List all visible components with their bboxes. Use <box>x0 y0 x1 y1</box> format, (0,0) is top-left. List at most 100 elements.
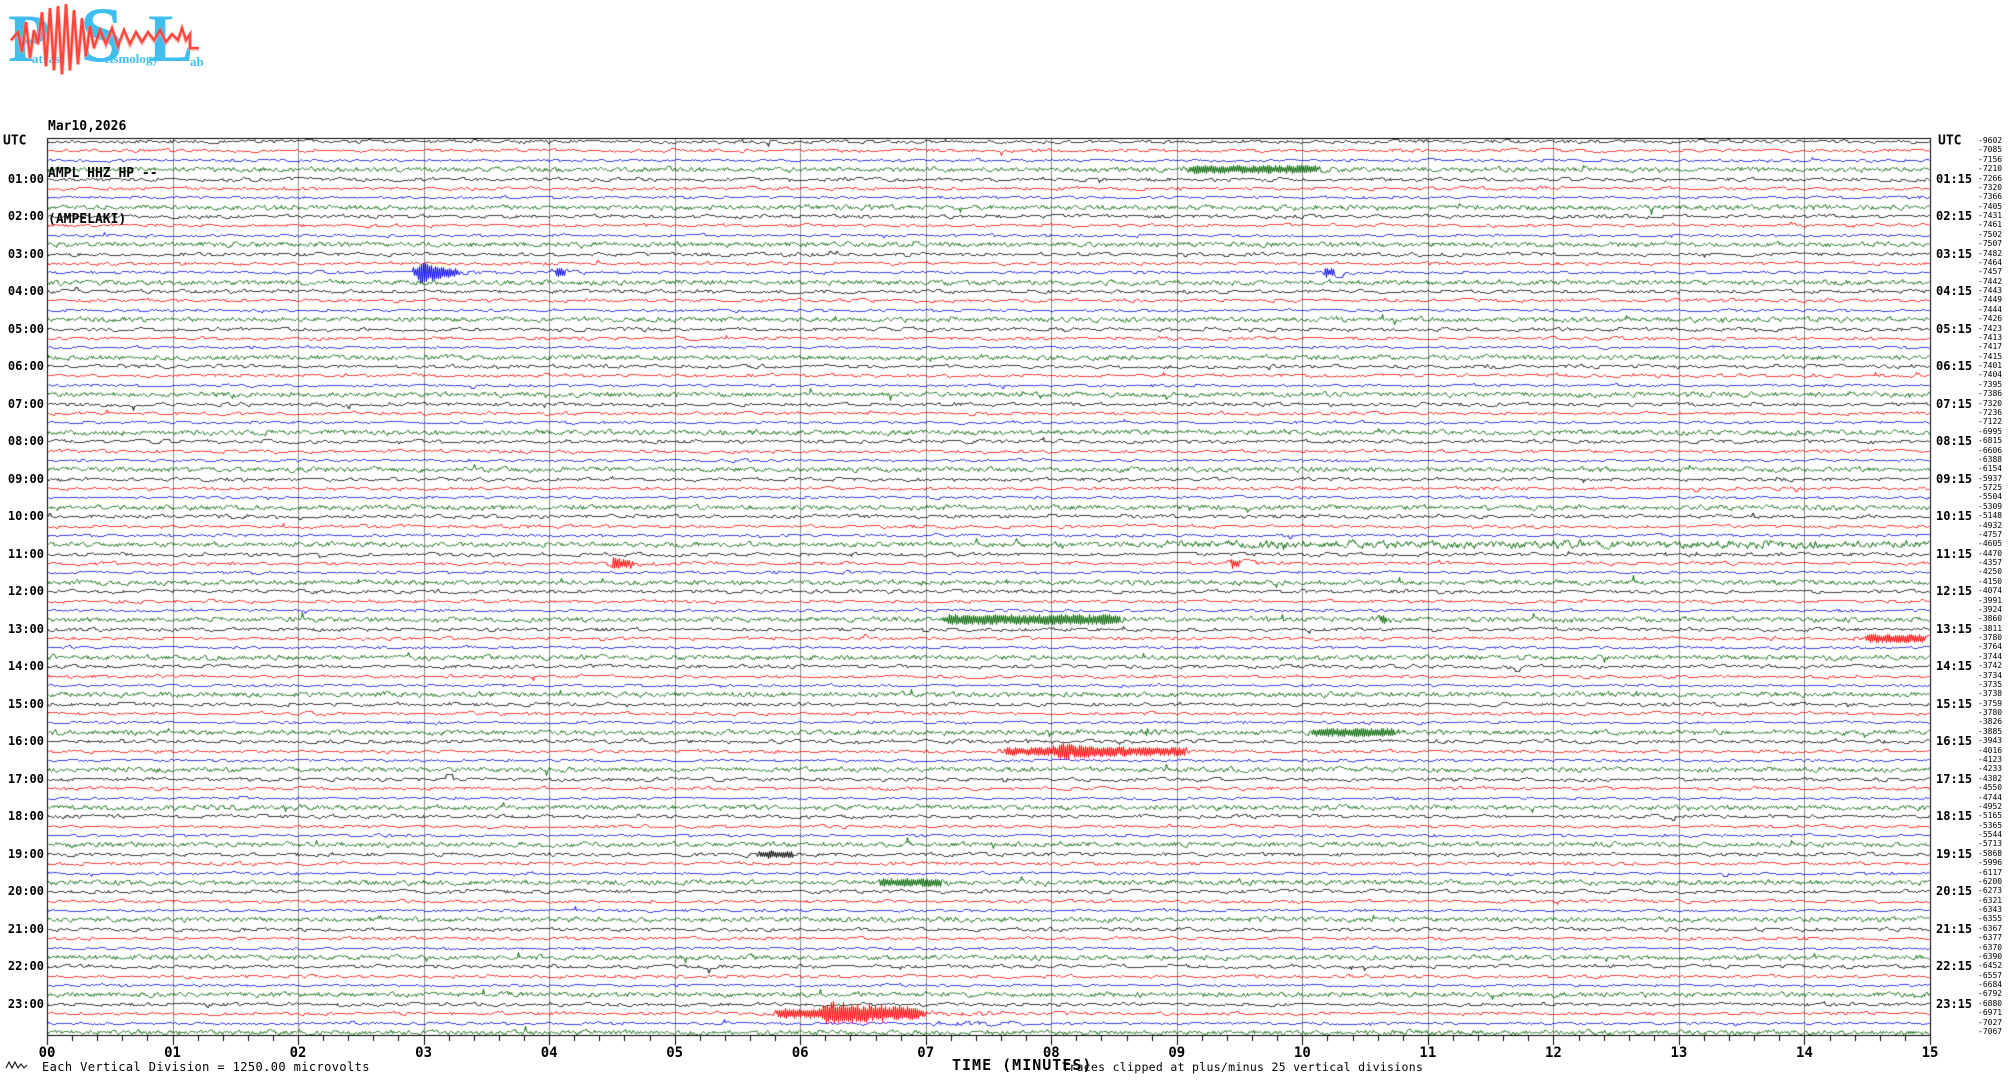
hour-label-right: 18:15 <box>1936 810 1972 822</box>
trace-offset-value: -7507 <box>1978 240 2002 248</box>
hour-label-right: 17:15 <box>1936 773 1972 785</box>
trace-offset-value: -6995 <box>1978 428 2002 436</box>
hour-label-left: 16:00 <box>0 735 44 747</box>
trace-offset-value: -4150 <box>1978 578 2002 586</box>
minute-tick-label: 04 <box>541 1046 558 1060</box>
trace-offset-value: -4016 <box>1978 747 2002 755</box>
trace-offset-value: -7266 <box>1978 175 2002 183</box>
trace-offset-value: -6390 <box>1978 953 2002 961</box>
hour-label-left: 14:00 <box>0 660 44 672</box>
clip-note: Traces clipped at plus/minus 25 vertical… <box>1062 1060 1423 1074</box>
trace-offset-value: -7431 <box>1978 212 2002 220</box>
trace-offset-value: -3811 <box>1978 625 2002 633</box>
trace-offset-value: -4550 <box>1978 784 2002 792</box>
trace-offset-value: -7457 <box>1978 268 2002 276</box>
hour-label-right: 01:15 <box>1936 173 1972 185</box>
hour-label-left: 10:00 <box>0 510 44 522</box>
trace-offset-value: -5868 <box>1978 850 2002 858</box>
trace-offset-value: -3943 <box>1978 737 2002 745</box>
trace-offset-value: -4744 <box>1978 794 2002 802</box>
hour-label-left: 09:00 <box>0 473 44 485</box>
trace-offset-value: -6606 <box>1978 447 2002 455</box>
trace-offset-value: -4932 <box>1978 522 2002 530</box>
trace-offset-value: -3860 <box>1978 615 2002 623</box>
trace-offset-value: -6367 <box>1978 925 2002 933</box>
helicorder-page: { "logo": { "letters": ["P", "S", "L"], … <box>0 0 2010 1080</box>
trace-offset-value: -4952 <box>1978 803 2002 811</box>
hour-label-right: 23:15 <box>1936 998 1972 1010</box>
trace-offset-value: -5365 <box>1978 822 2002 830</box>
trace-offset-value: -3742 <box>1978 662 2002 670</box>
hour-label-right: 15:15 <box>1936 698 1972 710</box>
trace-offset-value: -5544 <box>1978 831 2002 839</box>
hour-label-right: 05:15 <box>1936 323 1972 335</box>
trace-offset-value: -7413 <box>1978 334 2002 342</box>
trace-offset-value: -6971 <box>1978 1009 2002 1017</box>
hour-label-right: 21:15 <box>1936 923 1972 935</box>
trace-offset-value: -3764 <box>1978 643 2002 651</box>
trace-offset-value: -5309 <box>1978 503 2002 511</box>
trace-offset-value: -7236 <box>1978 409 2002 417</box>
hour-label-left: 15:00 <box>0 698 44 710</box>
hour-label-right: 20:15 <box>1936 885 1972 897</box>
minute-tick-label: 05 <box>666 1046 683 1060</box>
trace-offset-value: -4250 <box>1978 568 2002 576</box>
trace-offset-value: -6377 <box>1978 934 2002 942</box>
helicorder-plot-canvas <box>0 0 2010 1080</box>
minute-tick-label: 09 <box>1168 1046 1185 1060</box>
trace-offset-value: -7366 <box>1978 193 2002 201</box>
trace-offset-value: -7401 <box>1978 362 2002 370</box>
minute-tick-label: 14 <box>1796 1046 1813 1060</box>
trace-offset-value: -7156 <box>1978 156 2002 164</box>
minute-tick-label: 11 <box>1419 1046 1436 1060</box>
minute-tick-label: 01 <box>164 1046 181 1060</box>
trace-offset-value: -5148 <box>1978 512 2002 520</box>
trace-offset-value: -6792 <box>1978 990 2002 998</box>
hour-label-right: 09:15 <box>1936 473 1972 485</box>
hour-label-right: 06:15 <box>1936 360 1972 372</box>
trace-offset-value: -7417 <box>1978 343 2002 351</box>
hour-label-left: 01:00 <box>0 173 44 185</box>
hour-label-left: 20:00 <box>0 885 44 897</box>
hour-label-right: 12:15 <box>1936 585 1972 597</box>
hour-label-left: 07:00 <box>0 398 44 410</box>
trace-offset-value: -4074 <box>1978 587 2002 595</box>
minute-tick-label: 07 <box>917 1046 934 1060</box>
hour-label-left: 03:00 <box>0 248 44 260</box>
trace-offset-value: -3780 <box>1978 634 2002 642</box>
trace-offset-value: -6388 <box>1978 456 2002 464</box>
trace-offset-value: -5165 <box>1978 812 2002 820</box>
minute-tick-label: 02 <box>290 1046 307 1060</box>
trace-offset-value: -7444 <box>1978 306 2002 314</box>
minute-tick-label: 03 <box>415 1046 432 1060</box>
minute-tick-label: 13 <box>1670 1046 1687 1060</box>
hour-label-right: 19:15 <box>1936 848 1972 860</box>
trace-offset-value: -7482 <box>1978 250 2002 258</box>
trace-offset-value: -6154 <box>1978 465 2002 473</box>
trace-offset-value: -6684 <box>1978 981 2002 989</box>
minute-tick-label: 06 <box>792 1046 809 1060</box>
psl-logo[interactable]: P S L atras eismology ab <box>6 0 206 78</box>
trace-offset-value: -3991 <box>1978 597 2002 605</box>
utc-label-right: UTC <box>1938 134 1961 149</box>
trace-offset-value: -4757 <box>1978 531 2002 539</box>
trace-offset-value: -7395 <box>1978 381 2002 389</box>
hour-label-left: 06:00 <box>0 360 44 372</box>
trace-offset-value: -7210 <box>1978 165 2002 173</box>
trace-offset-value: -5504 <box>1978 493 2002 501</box>
trace-offset-value: -7442 <box>1978 278 2002 286</box>
hour-label-left: 11:00 <box>0 548 44 560</box>
hour-label-right: 11:15 <box>1936 548 1972 560</box>
trace-offset-value: -7085 <box>1978 146 2002 154</box>
hour-label-left: 02:00 <box>0 210 44 222</box>
trace-offset-value: -7443 <box>1978 287 2002 295</box>
hour-label-right: 03:15 <box>1936 248 1972 260</box>
hour-label-left: 08:00 <box>0 435 44 447</box>
header-station: (AMPELAKI) <box>48 212 158 228</box>
trace-offset-value: -7320 <box>1978 184 2002 192</box>
trace-offset-value: -7405 <box>1978 203 2002 211</box>
hour-label-left: 12:00 <box>0 585 44 597</box>
trace-offset-value: -4470 <box>1978 550 2002 558</box>
trace-offset-value: -6557 <box>1978 972 2002 980</box>
trace-offset-value: -4382 <box>1978 775 2002 783</box>
